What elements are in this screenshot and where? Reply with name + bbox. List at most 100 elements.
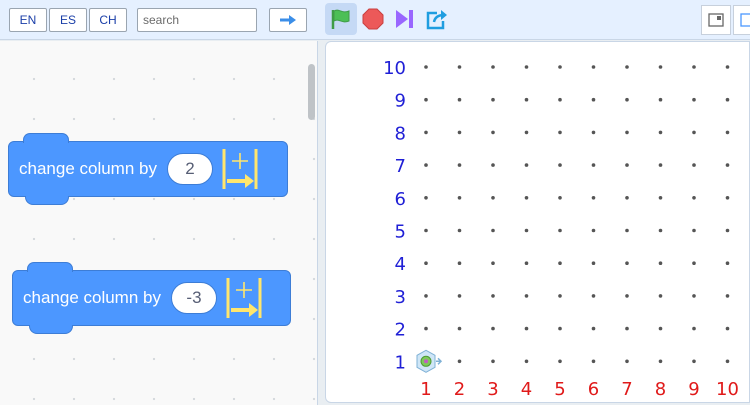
grid-dot (692, 228, 696, 233)
grid-dot (692, 97, 696, 102)
grid-dot (457, 163, 462, 167)
stage[interactable]: 10 9 8 7 6 5 4 3 2 1 1 2 3 4 5 6 7 8 9 10 (325, 41, 750, 403)
stage-grid: 10 9 8 7 6 5 4 3 2 11 2 3 4 5 6 7 8 9 10 (383, 58, 739, 400)
grid-dot (692, 359, 696, 364)
grid-dot (524, 326, 529, 331)
grid-dot (692, 294, 696, 298)
grid-dot (491, 326, 495, 331)
stop-button[interactable] (357, 3, 389, 35)
small-stage-button[interactable] (701, 5, 731, 35)
language-button-es[interactable]: ES (49, 8, 87, 32)
block-label: change column by (23, 288, 161, 307)
row-label: 6 (395, 189, 406, 210)
block-label: change column by (19, 159, 157, 178)
grid-dot (457, 359, 462, 364)
grid-dot (524, 130, 529, 135)
grid-dot (692, 163, 696, 167)
grid-dot (524, 196, 529, 200)
grid-dot (725, 326, 730, 331)
grid-dot (625, 163, 629, 167)
row-label: 5 (395, 222, 406, 243)
share-icon (426, 10, 447, 30)
grid-dot (658, 326, 663, 331)
turtle-sprite[interactable] (416, 349, 443, 373)
grid-dot (658, 196, 663, 200)
grid-dot (625, 359, 629, 364)
grid-dot (491, 163, 495, 167)
column-step-icon (222, 149, 258, 189)
grid-dot (658, 163, 663, 167)
grid-dot (625, 97, 629, 102)
search-input[interactable] (137, 8, 257, 32)
grid-dot (424, 65, 428, 69)
grid-dot (692, 65, 696, 69)
grid-dot (524, 65, 529, 69)
grid-dot (625, 196, 629, 200)
code-area-scrollbar[interactable] (308, 64, 315, 120)
grid-dot (591, 97, 596, 102)
search-go-button[interactable] (269, 8, 307, 32)
language-button-ch[interactable]: CH (89, 8, 127, 32)
grid-dot (457, 130, 462, 135)
grid-dot (625, 130, 629, 135)
large-stage-button[interactable] (733, 5, 750, 35)
grid-dot (625, 65, 629, 69)
grid-dot (692, 130, 696, 135)
column-label: 2 (454, 379, 465, 400)
grid-dot (491, 65, 495, 69)
grid-dot (558, 163, 562, 167)
grid-dot (591, 196, 596, 200)
green-flag-button[interactable] (325, 3, 357, 35)
grid-dot (457, 65, 462, 69)
grid-dot (424, 130, 428, 135)
block-value-input[interactable]: 2 (166, 153, 213, 185)
code-area[interactable]: change column by 2 change column by -3 (0, 41, 318, 405)
change-column-block[interactable]: change column by -3 (12, 262, 291, 334)
grid-dot (457, 261, 462, 265)
column-label: 6 (588, 379, 599, 400)
grid-dot (725, 228, 730, 233)
column-label: 9 (688, 379, 699, 400)
column-step-icon (226, 278, 262, 318)
grid-dot (524, 163, 529, 167)
column-label: 4 (521, 379, 532, 400)
grid-dot (658, 65, 663, 69)
block-value-input[interactable]: -3 (170, 282, 217, 314)
grid-dot (725, 196, 730, 200)
change-column-block[interactable]: change column by 2 (8, 133, 288, 205)
grid-dot (524, 261, 529, 265)
column-label: 5 (554, 379, 565, 400)
grid-dot (424, 163, 428, 167)
toolbar: EN ES CH (0, 0, 750, 40)
grid-dot (725, 261, 730, 265)
grid-dot (558, 196, 562, 200)
grid-dot (591, 326, 596, 331)
large-stage-icon (740, 13, 750, 27)
grid-dot (725, 163, 730, 167)
grid-dot (725, 97, 730, 102)
column-label: 1 (420, 379, 431, 400)
grid-dot (591, 359, 596, 364)
arrow-right-icon (280, 15, 296, 25)
language-button-en[interactable]: EN (9, 8, 47, 32)
step-button[interactable] (389, 3, 421, 35)
row-label: 10 (383, 58, 406, 79)
grid-dot (658, 228, 663, 233)
grid-dot (725, 130, 730, 135)
grid-dot (558, 65, 562, 69)
grid-dot (658, 130, 663, 135)
share-button[interactable] (421, 3, 453, 35)
grid-dot (692, 261, 696, 265)
grid-dot (558, 228, 562, 233)
grid-dot (625, 326, 629, 331)
row-label: 9 (395, 91, 406, 112)
grid-dot (524, 97, 529, 102)
grid-dot (491, 228, 495, 233)
grid-dot (658, 261, 663, 265)
grid-dot (591, 130, 596, 135)
grid-dot (692, 196, 696, 200)
column-label: 10 (716, 379, 739, 400)
step-forward-icon (396, 10, 413, 28)
grid-dot (424, 228, 428, 233)
grid-dot (591, 294, 596, 298)
